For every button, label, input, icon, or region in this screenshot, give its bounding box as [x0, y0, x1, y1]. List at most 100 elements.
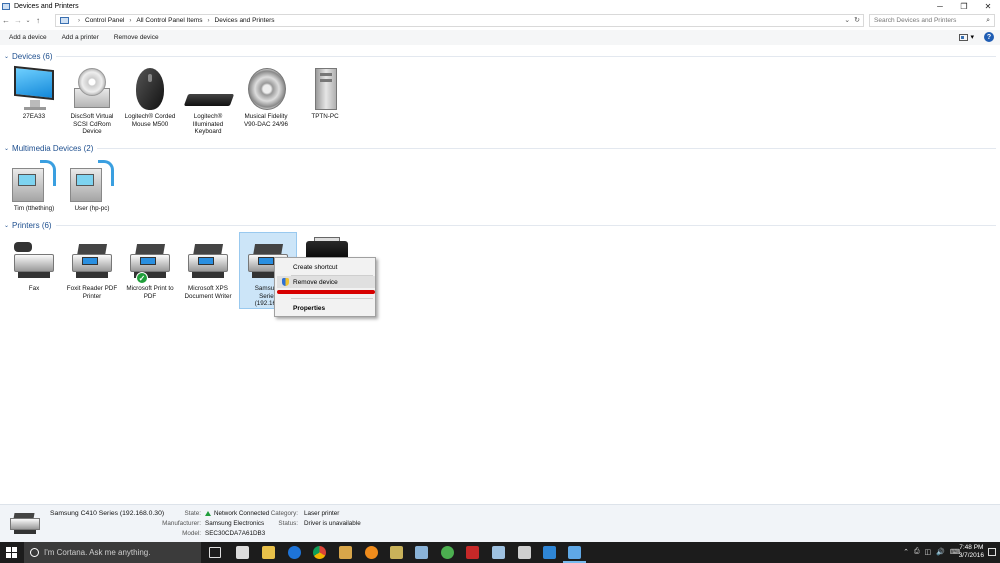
device-tile-speaker[interactable]: Musical Fidelity V90-DAC 24/96 — [238, 66, 294, 128]
printer-icon — [68, 238, 116, 284]
group-header-devices[interactable]: ⌄ Devices (6) — [4, 50, 996, 62]
search-icon[interactable]: ⌕ — [986, 17, 990, 25]
search-placeholder: Search Devices and Printers — [874, 17, 957, 24]
device-label: 27EA33 — [22, 113, 46, 120]
view-dropdown-icon[interactable]: ▾ — [970, 33, 974, 41]
printer-tile-fax[interactable]: Fax — [6, 238, 62, 293]
windows-start-icon[interactable] — [6, 547, 17, 558]
context-menu: Create shortcut Remove device Properties — [274, 257, 376, 317]
action-center-icon[interactable] — [988, 548, 996, 556]
content-area: ⌄ Devices (6) 27EA33 DiscSoft Virtual SC… — [0, 46, 1000, 504]
add-printer-button[interactable]: Add a printer — [62, 34, 99, 41]
collapse-chevron-icon[interactable]: ⌄ — [4, 222, 9, 229]
task-view-icon[interactable] — [209, 547, 221, 558]
chrome-icon[interactable] — [313, 546, 326, 559]
printer-label: Fax — [28, 285, 40, 292]
device-tile-keyboard[interactable]: Logitech® Illuminated Keyboard — [180, 66, 236, 136]
maximize-button[interactable]: ❐ — [952, 0, 976, 13]
group-label: Devices (6) — [12, 51, 53, 61]
printer-tile-ms-xps[interactable]: Microsoft XPS Document Writer — [180, 238, 236, 300]
app-pen-icon[interactable] — [492, 546, 505, 559]
group-header-multimedia[interactable]: ⌄ Multimedia Devices (2) — [4, 142, 996, 154]
collapse-chevron-icon[interactable]: ⌄ — [4, 53, 9, 60]
model-value: SEC30CDA7A61DB3 — [205, 530, 266, 537]
monitor-icon — [10, 65, 58, 112]
tray-display-icon[interactable]: ◫ — [925, 548, 932, 556]
up-button[interactable]: ↑ — [32, 14, 44, 27]
status-label: Status: — [278, 520, 298, 527]
address-dropdown-icon[interactable]: ⌄ — [844, 16, 850, 24]
address-actions: ⌄ ↻ — [844, 16, 860, 24]
device-tile-cdrom[interactable]: DiscSoft Virtual SCSI CdRom Device — [64, 66, 120, 136]
breadcrumb-separator-icon: › — [78, 17, 80, 24]
media-tile-tim[interactable]: Tim (tthething) — [6, 158, 62, 213]
details-pane: Samsung C410 Series (192.168.0.30) State… — [0, 504, 1000, 542]
control-panel-taskbar-icon[interactable] — [563, 546, 586, 563]
category-value: Laser printer — [304, 510, 340, 517]
cortana-search-box[interactable]: I'm Cortana. Ask me anything. — [24, 542, 201, 563]
device-tile-monitor[interactable]: 27EA33 — [6, 65, 62, 121]
printer-tile-ms-pdf[interactable]: ✓ Microsoft Print to PDF — [122, 238, 178, 300]
breadcrumb-all-items[interactable]: All Control Panel Items — [136, 17, 202, 24]
menu-separator — [291, 298, 373, 299]
store-icon[interactable] — [236, 546, 249, 559]
app-blue-icon[interactable] — [543, 546, 556, 559]
media-tile-user[interactable]: User (hp-pc) — [64, 158, 120, 213]
network-connected-icon — [205, 510, 211, 516]
menu-item-label: Remove device — [293, 278, 338, 286]
annotation-red-underline — [277, 290, 375, 294]
tray-overflow-icon[interactable]: ⌃ — [903, 548, 909, 556]
model-label: Model: — [182, 530, 201, 537]
fax-icon — [10, 238, 58, 284]
default-printer-check-icon: ✓ — [136, 272, 148, 284]
calculator-icon[interactable] — [518, 546, 531, 559]
address-row: ← → ⌄ ↑ › Control Panel › All Control Pa… — [0, 13, 1000, 28]
forward-button[interactable]: → — [12, 14, 24, 27]
edge-browser-icon[interactable] — [288, 546, 301, 559]
printer-tile-foxit[interactable]: Foxit Reader PDF Printer — [64, 238, 120, 300]
change-view-icon[interactable] — [959, 33, 969, 41]
clock-time: 7:48 PM — [959, 544, 984, 551]
mouse-icon — [126, 66, 174, 112]
breadcrumb-devices-printers[interactable]: Devices and Printers — [215, 17, 275, 24]
group-divider — [97, 147, 996, 149]
search-input[interactable]: Search Devices and Printers ⌕ — [869, 14, 995, 27]
device-tile-computer[interactable]: TPTN-PC — [297, 66, 353, 121]
device-label: Tim (tthething) — [13, 205, 55, 212]
recent-locations-button[interactable]: ⌄ — [24, 14, 32, 27]
add-device-button[interactable]: Add a device — [9, 34, 47, 41]
devices-printers-app-icon — [2, 3, 10, 10]
printer-label: Microsoft Print to PDF — [126, 285, 174, 300]
device-label: User (hp-pc) — [74, 205, 110, 212]
menu-item-properties[interactable]: Properties — [277, 302, 375, 314]
tray-network-icon[interactable]: ⎙ — [914, 548, 920, 556]
help-icon[interactable]: ? — [984, 32, 994, 42]
minimize-button[interactable]: ─ — [928, 0, 952, 13]
filezilla-icon[interactable] — [466, 546, 479, 559]
remove-device-button[interactable]: Remove device — [114, 34, 159, 41]
taskbar-clock[interactable]: 7:48 PM 3/7/2016 — [959, 544, 984, 560]
tray-volume-icon[interactable]: 🔊 — [936, 548, 945, 556]
app-orange-icon[interactable] — [365, 546, 378, 559]
app-settings-icon[interactable] — [415, 546, 428, 559]
menu-item-create-shortcut[interactable]: Create shortcut — [277, 261, 375, 273]
group-header-printers[interactable]: ⌄ Printers (6) — [4, 219, 996, 231]
device-tile-mouse[interactable]: Logitech® Corded Mouse M500 — [122, 66, 178, 128]
menu-item-remove-device[interactable]: Remove device — [277, 276, 375, 288]
collapse-chevron-icon[interactable]: ⌄ — [4, 145, 9, 152]
breadcrumb-control-panel[interactable]: Control Panel — [85, 17, 124, 24]
refresh-icon[interactable]: ↻ — [854, 16, 860, 24]
folder-icon[interactable] — [339, 546, 352, 559]
speaker-icon — [242, 66, 290, 112]
address-bar[interactable]: › Control Panel › All Control Panel Item… — [55, 14, 864, 27]
media-device-icon — [68, 158, 116, 204]
app-tools-icon[interactable] — [390, 546, 403, 559]
clock-date: 3/7/2016 — [958, 552, 984, 559]
device-label: Logitech® Corded Mouse M500 — [124, 113, 176, 128]
printer-label: Foxit Reader PDF Printer — [66, 285, 118, 300]
back-button[interactable]: ← — [0, 14, 12, 27]
manufacturer-label: Manufacturer: — [162, 520, 201, 527]
app-green-icon[interactable] — [441, 546, 454, 559]
file-explorer-icon[interactable] — [262, 546, 275, 559]
close-button[interactable]: ✕ — [976, 0, 1000, 13]
